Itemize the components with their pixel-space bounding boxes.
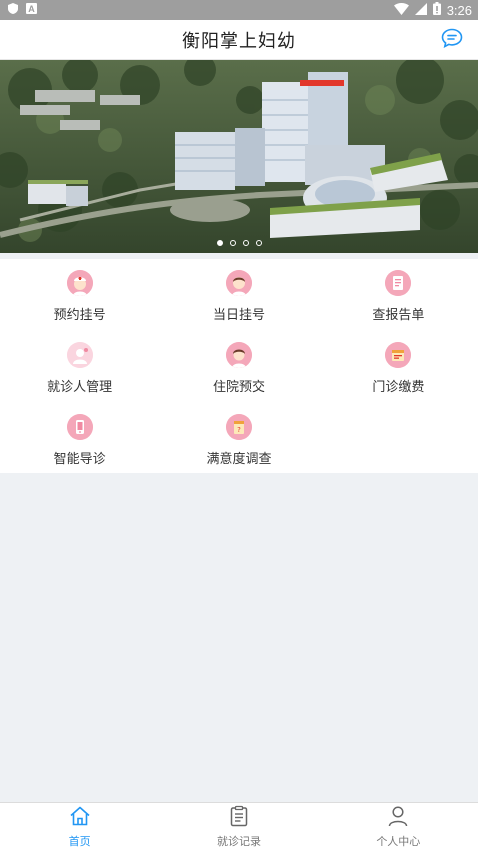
app-header: 衡阳掌上妇幼 [0, 20, 478, 60]
function-grid: 预约挂号 当日挂号 查报告单 就诊人管理 住院预交 门诊缴费 智能导诊 ? 满意… [0, 259, 478, 473]
status-right: 3:26 [393, 2, 472, 18]
guide-icon [66, 414, 93, 440]
menu-item-outpatient-payment[interactable]: 门诊缴费 [319, 335, 478, 407]
battery-icon [432, 2, 441, 18]
menu-label-report: 查报告单 [372, 308, 425, 323]
status-time: 3:26 [446, 2, 472, 18]
menu-label-inpatient-deposit: 住院预交 [212, 380, 265, 395]
doctor-icon [225, 270, 252, 296]
carousel-dot-3[interactable] [242, 240, 249, 246]
inpatient-icon [225, 342, 252, 368]
carousel-dot-2[interactable] [229, 240, 236, 246]
patient-icon [66, 342, 93, 368]
menu-item-report[interactable]: 查报告单 [319, 263, 478, 335]
menu-item-smart-guide[interactable]: 智能导诊 [0, 407, 159, 479]
tab-home[interactable]: 首页 [0, 803, 159, 851]
carousel-dot-1[interactable] [216, 240, 223, 246]
wifi-icon [393, 2, 409, 18]
survey-icon: ? [225, 414, 252, 440]
tab-records[interactable]: 就诊记录 [159, 803, 318, 851]
tab-profile[interactable]: 个人中心 [319, 803, 478, 851]
nurse-icon [66, 270, 93, 296]
svg-text:?: ? [237, 426, 241, 434]
menu-label-same-day: 当日挂号 [212, 308, 265, 323]
hospital-campus-image [0, 60, 478, 253]
carousel-indicators [0, 240, 478, 246]
home-icon [69, 805, 91, 831]
banner-carousel[interactable] [0, 60, 478, 253]
menu-item-same-day[interactable]: 当日挂号 [159, 263, 318, 335]
status-left: A [8, 3, 37, 17]
tab-label-records: 就诊记录 [216, 835, 261, 848]
payment-icon [385, 342, 412, 368]
status-bar: A 3:26 [0, 0, 478, 20]
person-icon [387, 805, 409, 831]
carousel-dot-4[interactable] [255, 240, 262, 246]
menu-label-smart-guide: 智能导诊 [53, 452, 106, 467]
svg-text:A: A [28, 4, 35, 14]
report-icon [385, 270, 412, 296]
a-icon: A [26, 3, 37, 17]
menu-item-satisfaction-survey[interactable]: ? 满意度调查 [159, 407, 318, 479]
tab-label-home: 首页 [68, 835, 91, 848]
clipboard-icon [228, 805, 250, 831]
menu-item-patient-management[interactable]: 就诊人管理 [0, 335, 159, 407]
menu-item-inpatient-deposit[interactable]: 住院预交 [159, 335, 318, 407]
menu-label-appointment: 预约挂号 [53, 308, 106, 323]
page-title: 衡阳掌上妇幼 [182, 30, 296, 52]
signal-icon [414, 2, 427, 18]
shield-icon [8, 3, 18, 17]
chat-bubble-icon [441, 28, 463, 52]
menu-label-patient-management: 就诊人管理 [47, 380, 113, 395]
tab-label-profile: 个人中心 [376, 835, 421, 848]
bottom-tab-bar: 首页 就诊记录 个人中心 [0, 802, 478, 851]
message-button[interactable] [440, 28, 464, 52]
menu-label-outpatient-payment: 门诊缴费 [372, 380, 425, 395]
menu-item-appointment[interactable]: 预约挂号 [0, 263, 159, 335]
menu-label-satisfaction-survey: 满意度调查 [206, 452, 272, 467]
